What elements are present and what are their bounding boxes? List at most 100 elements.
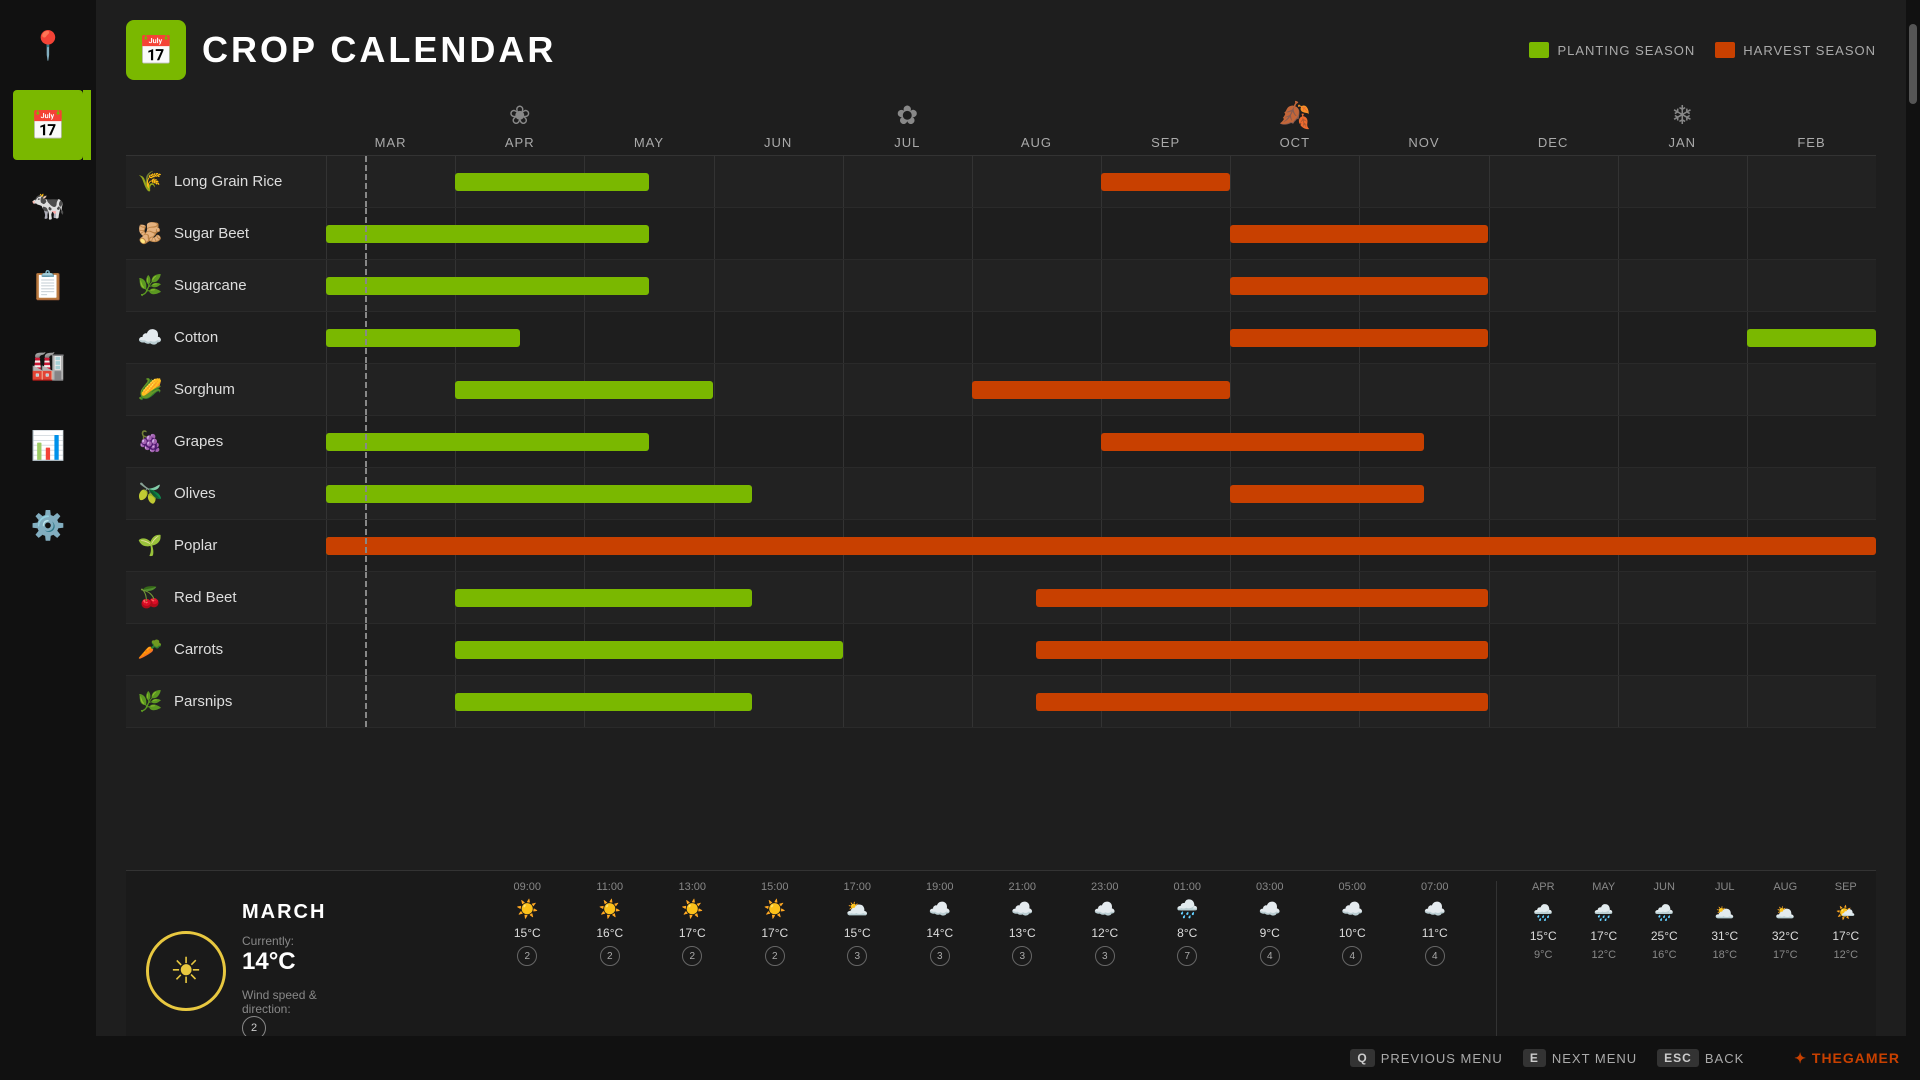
- crop-bars: [326, 520, 1876, 571]
- month-line: [1489, 676, 1490, 727]
- hour-time: 07:00: [1394, 881, 1477, 893]
- current-month-line: [365, 156, 367, 207]
- scrollbar[interactable]: [1906, 0, 1920, 1080]
- next-label: NEXT MENU: [1552, 1051, 1637, 1066]
- sidebar-item-animals[interactable]: 🐄: [13, 170, 83, 240]
- month-col-mar: MAR: [326, 131, 455, 150]
- hour-time: 15:00: [734, 881, 817, 893]
- crop-row: 🫚 Sugar Beet: [126, 208, 1876, 260]
- crop-label: 🫒 Olives: [126, 481, 326, 506]
- hour-icon: 🌧️: [1146, 899, 1229, 920]
- sidebar-item-settings[interactable]: ⚙️: [13, 490, 83, 560]
- month-name: JUN: [714, 135, 843, 150]
- hour-temp: 11°C: [1394, 926, 1477, 940]
- orange-bar: [972, 381, 1230, 399]
- hour-icon: ☀️: [569, 899, 652, 920]
- orange-bar: [1230, 225, 1488, 243]
- scroll-thumb[interactable]: [1909, 24, 1917, 104]
- forecast-month: APR: [1513, 881, 1574, 893]
- green-bar: [326, 225, 649, 243]
- orange-bar: [1036, 693, 1488, 711]
- month-line: [1747, 260, 1748, 311]
- next-menu-button[interactable]: E NEXT MENU: [1523, 1049, 1637, 1067]
- planting-label: PLANTING SEASON: [1557, 43, 1695, 58]
- month-line: [326, 572, 327, 623]
- hour-wind-badge: 2: [517, 946, 537, 966]
- hour-wind-col: 3: [981, 946, 1064, 966]
- weather-current: ☀ MARCH Currently: 14°C Wind speed &dire…: [126, 881, 466, 1060]
- harvest-box: [1715, 42, 1735, 58]
- hour-temp: 9°C: [1229, 926, 1312, 940]
- current-month-line: [365, 624, 367, 675]
- month-line: [1618, 260, 1619, 311]
- hour-wind-badge: 3: [1095, 946, 1115, 966]
- sidebar-item-production[interactable]: 🏭: [13, 330, 83, 400]
- month-line: [714, 312, 715, 363]
- month-col-may: MAY: [584, 131, 713, 150]
- crop-name: Carrots: [174, 641, 223, 658]
- green-bar: [455, 381, 713, 399]
- orange-bar: [1101, 433, 1424, 451]
- hour-wind-badge: 3: [1012, 946, 1032, 966]
- month-name: SEP: [1101, 135, 1230, 150]
- month-line: [1489, 468, 1490, 519]
- crop-label: 🌽 Sorghum: [126, 377, 326, 402]
- hour-icon: ☀️: [651, 899, 734, 920]
- crop-label: 🌾 Long Grain Rice: [126, 169, 326, 194]
- sidebar-item-stats[interactable]: 📊: [13, 410, 83, 480]
- weather-month: MARCH: [242, 901, 326, 924]
- month-line: [1618, 468, 1619, 519]
- hour-icon: ☀️: [734, 899, 817, 920]
- sidebar-item-tasks[interactable]: 📋: [13, 250, 83, 320]
- header-icon: 📅: [126, 20, 186, 80]
- previous-menu-button[interactable]: Q PREVIOUS MENU: [1350, 1049, 1502, 1067]
- crop-bars: [326, 260, 1876, 311]
- crop-label: 🌿 Sugarcane: [126, 273, 326, 298]
- month-name: MAR: [326, 135, 455, 150]
- month-line: [1618, 624, 1619, 675]
- hour-wind-badge: 3: [847, 946, 867, 966]
- crop-row: 🫒 Olives: [126, 468, 1876, 520]
- current-month-line: [365, 260, 367, 311]
- green-bar: [455, 173, 649, 191]
- month-col-feb: FEB: [1747, 131, 1876, 150]
- month-icon: ❀: [455, 100, 584, 131]
- forecast-month: SEP: [1816, 881, 1877, 893]
- orange-bar: [1036, 589, 1488, 607]
- month-col-nov: NOV: [1359, 131, 1488, 150]
- month-line: [1747, 416, 1748, 467]
- forecast-icon: 🌧️: [1634, 903, 1695, 923]
- sidebar-item-map[interactable]: 📍: [13, 10, 83, 80]
- month-line: [843, 260, 844, 311]
- month-name: AUG: [972, 135, 1101, 150]
- crop-icon: 🫚: [136, 221, 164, 246]
- hour-wind-col: 2: [486, 946, 569, 966]
- sidebar-item-calendar[interactable]: 📅: [13, 90, 83, 160]
- month-col-oct: 🍂 OCT: [1230, 100, 1359, 150]
- month-line: [972, 260, 973, 311]
- month-col-dec: DEC: [1489, 131, 1618, 150]
- month-line: [843, 468, 844, 519]
- hour-wind-col: 2: [734, 946, 817, 966]
- month-name: JAN: [1618, 135, 1747, 150]
- current-month-line: [365, 468, 367, 519]
- crop-name: Parsnips: [174, 693, 232, 710]
- crop-bars: [326, 416, 1876, 467]
- month-line: [1747, 156, 1748, 207]
- month-line: [843, 156, 844, 207]
- hour-time: 19:00: [899, 881, 982, 893]
- crop-bars: [326, 156, 1876, 207]
- page-title: CROP CALENDAR: [202, 29, 556, 71]
- hour-icon: ☁️: [1394, 899, 1477, 920]
- crop-label: 🍇 Grapes: [126, 429, 326, 454]
- month-line: [1230, 156, 1231, 207]
- forecast-icon: 🌥️: [1755, 903, 1816, 923]
- prev-label: PREVIOUS MENU: [1381, 1051, 1503, 1066]
- back-button[interactable]: ESC BACK: [1657, 1049, 1744, 1067]
- forecast-temp-hi: 32°C: [1755, 929, 1816, 943]
- hour-temp: 12°C: [1064, 926, 1147, 940]
- hour-wind-col: 7: [1146, 946, 1229, 966]
- hour-time: 21:00: [981, 881, 1064, 893]
- crop-row: ☁️ Cotton: [126, 312, 1876, 364]
- header: 📅 CROP CALENDAR PLANTING SEASON HARVEST …: [126, 20, 1876, 80]
